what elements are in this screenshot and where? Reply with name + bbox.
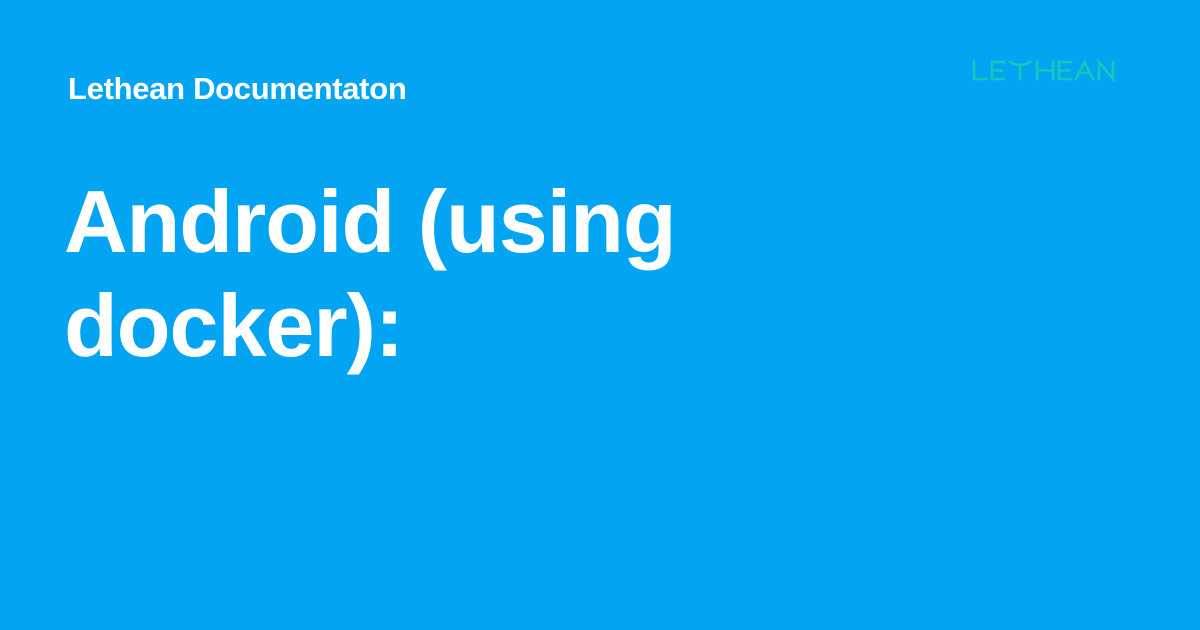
social-card: Lethean Documentaton Android (using dock [0, 0, 1200, 630]
lethean-logo [970, 58, 1120, 84]
site-name: Lethean Documentaton [68, 71, 407, 106]
page-title: Android (using docker): [64, 172, 677, 375]
